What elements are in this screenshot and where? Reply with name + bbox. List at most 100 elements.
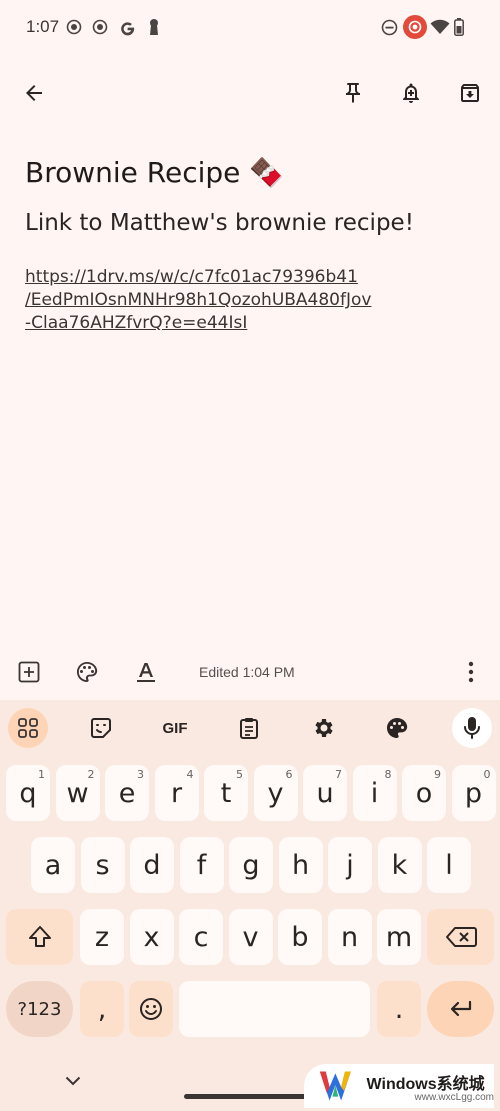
key-v[interactable]: v — [228, 909, 273, 965]
note-title[interactable]: Brownie Recipe 🍫 — [25, 156, 284, 189]
key-i[interactable]: i8 — [352, 765, 397, 821]
archive-button[interactable] — [450, 73, 490, 113]
key-b[interactable]: b — [278, 909, 322, 965]
key-hint: 6 — [285, 768, 293, 781]
keyboard-apps-button[interactable] — [8, 708, 48, 748]
key-label: v — [242, 921, 259, 953]
key-label: b — [291, 921, 309, 953]
key-o[interactable]: o9 — [402, 765, 446, 821]
key-w[interactable]: w2 — [55, 765, 100, 821]
emoji-icon — [140, 998, 162, 1020]
symbols-key[interactable]: ?123 — [6, 981, 73, 1037]
pin-button[interactable] — [333, 73, 373, 113]
gif-button[interactable]: GIF — [155, 708, 195, 748]
key-y[interactable]: y6 — [253, 765, 298, 821]
archive-icon — [461, 84, 479, 102]
backspace-icon — [445, 927, 477, 947]
key-m[interactable]: m — [377, 909, 421, 965]
chevron-down-icon — [65, 1076, 81, 1086]
key-label: q — [19, 777, 37, 809]
key-d[interactable]: d — [130, 837, 174, 893]
gesture-handle[interactable] — [184, 1094, 316, 1099]
key-n[interactable]: n — [327, 909, 372, 965]
key-s[interactable]: s — [80, 837, 125, 893]
key-q[interactable]: q1 — [6, 765, 50, 821]
key-x[interactable]: x — [129, 909, 174, 965]
key-label: m — [385, 921, 413, 953]
record-icon — [65, 18, 83, 36]
link-line[interactable]: https://1drv.ms/w/c/c7fc01ac79396b41 — [25, 266, 405, 289]
key-label: , — [97, 993, 107, 1025]
sticker-button[interactable] — [81, 708, 121, 748]
keyboard-settings-button[interactable] — [303, 708, 343, 748]
windows-logo-icon — [319, 1071, 351, 1101]
key-label: c — [193, 921, 209, 953]
key-hint: 0 — [483, 768, 491, 781]
key-l[interactable]: l — [427, 837, 471, 893]
watermark-brand: Windows系统城 — [366, 1075, 485, 1093]
arrow-left-icon — [26, 85, 42, 101]
key-j[interactable]: j — [328, 837, 372, 893]
keyboard-theme-button[interactable] — [377, 708, 417, 748]
note-body[interactable]: Link to Matthew's brownie recipe! — [25, 210, 414, 236]
reminder-button[interactable] — [391, 73, 431, 113]
key-label: a — [44, 849, 62, 881]
key-t[interactable]: t5 — [204, 765, 248, 821]
note-link[interactable]: https://1drv.ms/w/c/c7fc01ac79396b41 /Ee… — [25, 266, 405, 335]
voice-input-button[interactable] — [452, 708, 492, 748]
key-label: t — [220, 777, 232, 809]
key-u[interactable]: u7 — [303, 765, 347, 821]
text-format-button[interactable] — [127, 653, 165, 691]
key-c[interactable]: c — [179, 909, 223, 965]
keyboard — [0, 700, 500, 1111]
key-z[interactable]: z — [80, 909, 124, 965]
apps-grid-icon — [18, 718, 38, 738]
shift-key[interactable] — [6, 909, 73, 965]
clipboard-button[interactable] — [229, 708, 269, 748]
key-label: y — [267, 777, 284, 809]
keyhole-icon — [145, 18, 163, 36]
key-a[interactable]: a — [31, 837, 75, 893]
pin-icon — [346, 83, 360, 103]
google-icon — [118, 18, 136, 36]
key-label: x — [143, 921, 160, 953]
hide-keyboard-button[interactable] — [58, 1066, 88, 1096]
key-label: f — [196, 849, 207, 881]
key-label: j — [346, 849, 354, 881]
space-key[interactable] — [179, 981, 370, 1037]
key-r[interactable]: r4 — [154, 765, 199, 821]
gear-icon — [315, 719, 333, 737]
link-line[interactable]: /EedPmIOsnMNHr98h1QozohUBA480fJov — [25, 289, 405, 312]
comma-key[interactable]: , — [80, 981, 124, 1037]
cast-icon — [403, 15, 427, 39]
watermark-logo: Windows系统城 www.wxcLgg.com — [304, 1064, 494, 1108]
more-options-button[interactable] — [452, 653, 490, 691]
text-format-icon — [137, 663, 155, 682]
add-content-button[interactable] — [10, 653, 48, 691]
key-hint: 3 — [137, 768, 144, 781]
key-h[interactable]: h — [278, 837, 323, 893]
record-icon — [91, 18, 109, 36]
key-label: d — [143, 849, 161, 881]
backspace-key[interactable] — [427, 909, 494, 965]
key-label: p — [464, 777, 483, 809]
palette-icon — [387, 718, 408, 738]
key-label: e — [118, 777, 136, 809]
more-vert-icon — [468, 661, 474, 683]
enter-key[interactable] — [427, 981, 494, 1037]
key-f[interactable]: f — [179, 837, 224, 893]
enter-icon — [450, 1000, 471, 1017]
key-g[interactable]: g — [229, 837, 273, 893]
bell-plus-icon — [403, 83, 419, 103]
period-key[interactable]: . — [377, 981, 421, 1037]
emoji-key[interactable] — [129, 981, 173, 1037]
back-button[interactable] — [14, 73, 54, 113]
key-k[interactable]: k — [377, 837, 422, 893]
key-e[interactable]: e3 — [105, 765, 149, 821]
key-p[interactable]: p0 — [451, 765, 496, 821]
key-label: i — [370, 777, 379, 809]
link-line[interactable]: -Claa76AHZfvrQ?e=e44IsI — [25, 312, 405, 335]
background-options-button[interactable] — [68, 653, 106, 691]
key-label: ?123 — [17, 998, 62, 1020]
palette-icon — [77, 662, 98, 682]
